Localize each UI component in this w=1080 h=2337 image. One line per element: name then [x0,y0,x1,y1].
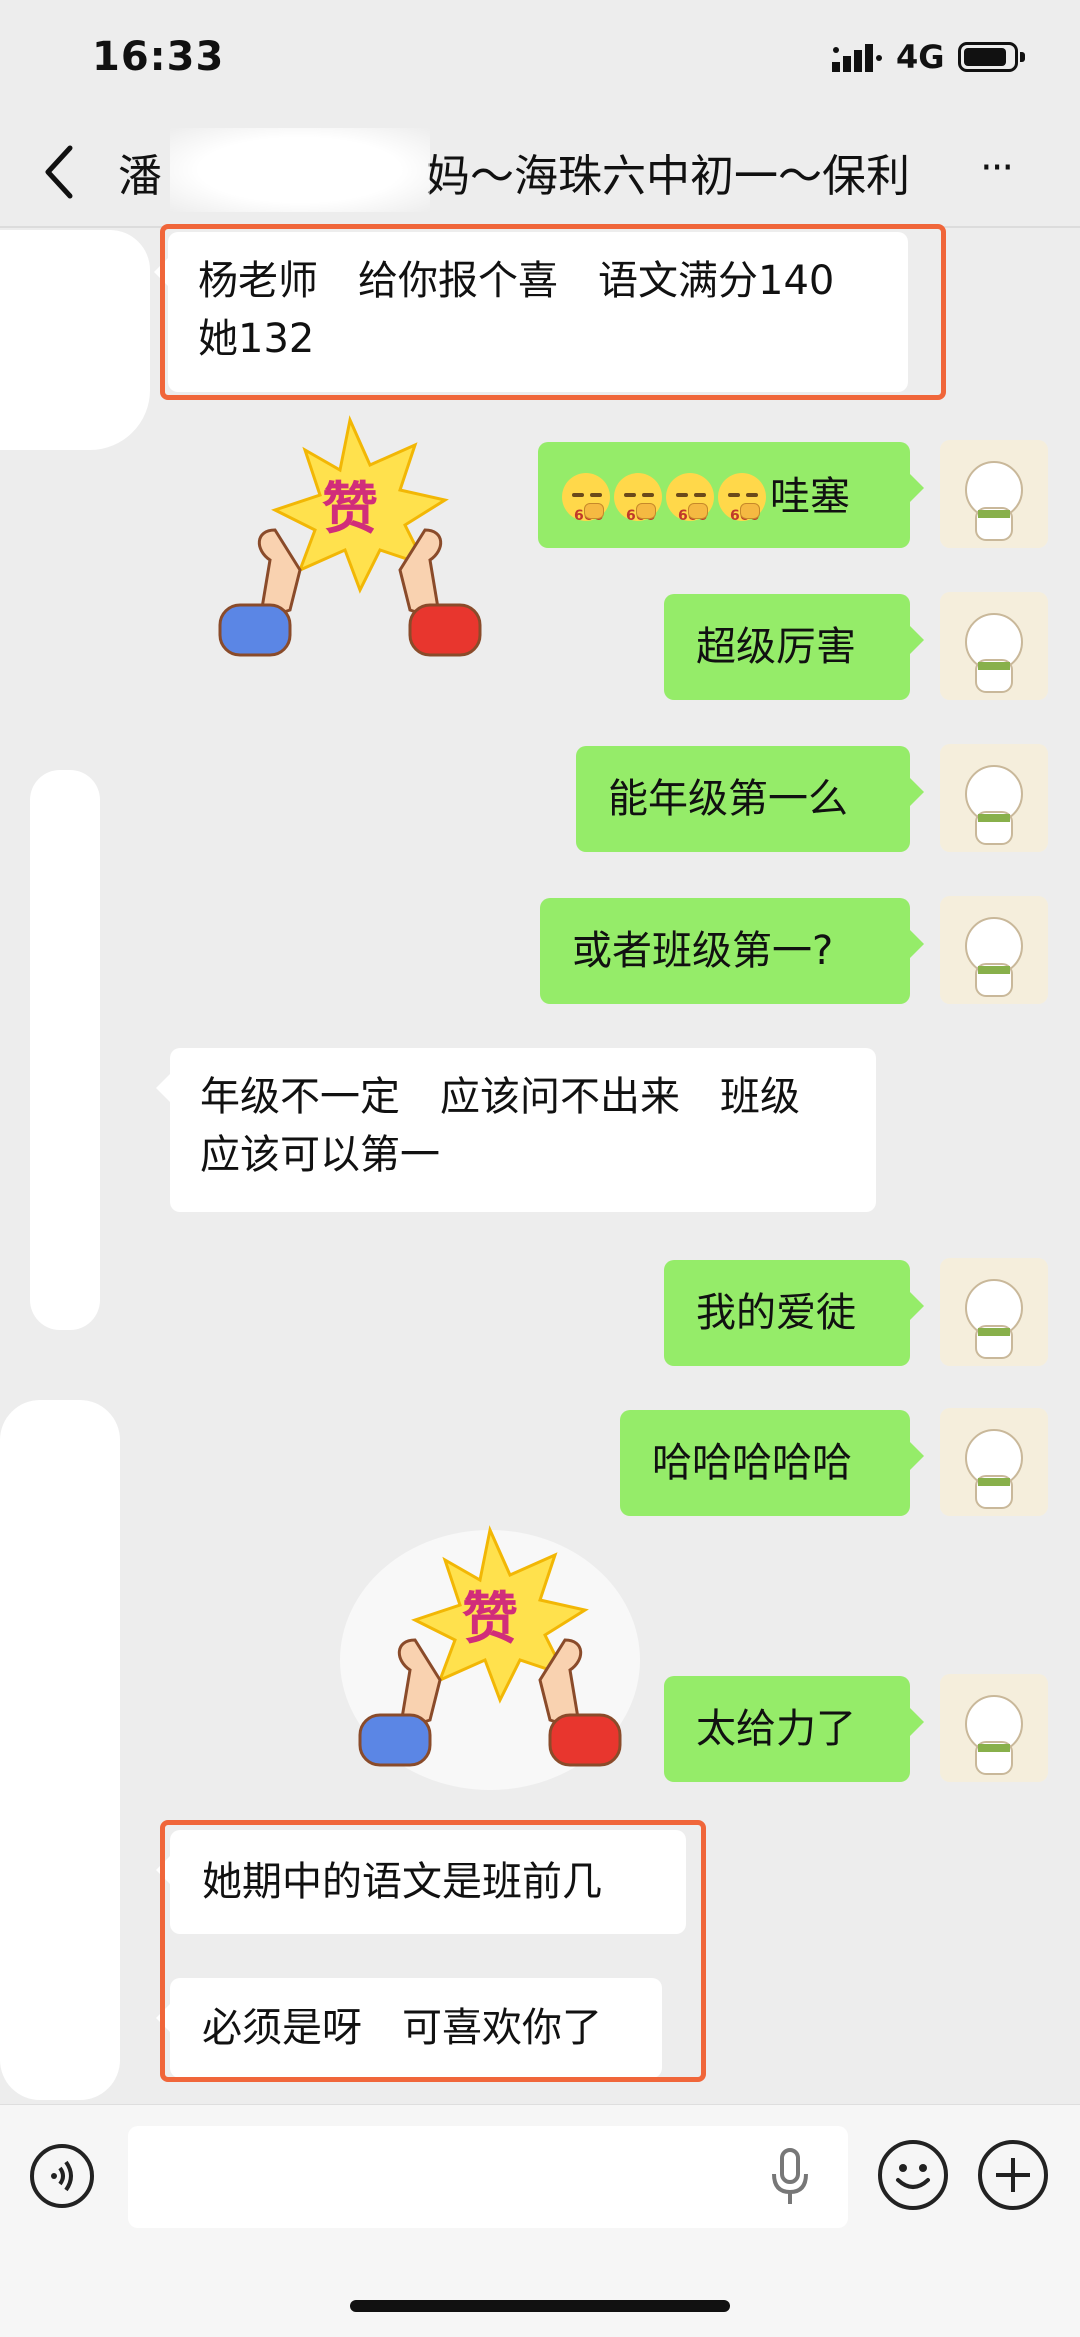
highlight-box [160,224,946,400]
sticker-text: 赞 [322,477,378,542]
avatar[interactable] [940,592,1048,700]
highlight-box [160,1820,706,2082]
message-bubble-outgoing[interactable]: 我的爱徒 [664,1260,924,1366]
plus-icon[interactable] [978,2140,1048,2210]
redaction-stroke [30,770,100,1330]
message-text: 太给力了 [696,1706,856,1752]
plus-glyph [996,2158,1030,2192]
more-icon[interactable]: ··· [980,148,1036,188]
mic-icon[interactable] [770,2148,810,2208]
thumbs-up-sticker[interactable]: 赞 [200,410,500,690]
redaction-stroke [0,1400,120,2100]
back-icon[interactable] [40,142,76,202]
message-text: 能年级第一么 [608,776,848,822]
status-time: 16:33 [92,34,225,80]
message-text: 哇塞 [770,474,850,520]
cat-avatar-icon [940,1258,1048,1366]
battery-tip [1020,52,1025,62]
cat-avatar-icon [940,1674,1048,1782]
thumbs-up-sticker[interactable]: 赞 [330,1520,650,1800]
redaction-stroke [0,230,150,450]
emoji-icon[interactable] [878,2140,948,2210]
emoji-666-icon: 666 [614,473,662,524]
message-line: 应该可以第一 [200,1132,440,1178]
network-label: 4G [896,38,945,76]
avatar[interactable] [940,440,1048,548]
message-text: 我的爱徒 [696,1290,856,1336]
message-input[interactable] [128,2126,848,2228]
message-bubble-incoming[interactable]: 年级不一定 应该问不出来 班级 应该可以第一 [156,1048,876,1212]
avatar[interactable] [940,744,1048,852]
cat-avatar-icon [940,1408,1048,1516]
home-indicator [350,2300,730,2312]
cat-avatar-icon [940,744,1048,852]
avatar[interactable] [940,1408,1048,1516]
avatar[interactable] [940,896,1048,1004]
cat-avatar-icon [940,592,1048,700]
message-bubble-outgoing[interactable]: 能年级第一么 [576,746,924,852]
emoji-666-icon: 666 [718,473,766,524]
message-line: 年级不一定 应该问不出来 班级 [200,1074,800,1120]
smile-face [896,2164,930,2189]
cat-avatar-icon [940,440,1048,548]
cat-avatar-icon [940,896,1048,1004]
avatar[interactable] [940,1674,1048,1782]
message-bubble-outgoing[interactable]: 超级厉害 [664,594,924,700]
battery-icon [958,42,1018,72]
avatar[interactable] [940,1258,1048,1366]
message-bubble-outgoing[interactable]: 哈哈哈哈哈 [620,1410,924,1516]
message-bubble-outgoing[interactable]: 太给力了 [664,1676,924,1782]
emoji-666-icon: 666 [666,473,714,524]
voice-icon[interactable] [30,2144,94,2208]
emoji-666-icon: 666 [562,473,610,524]
message-text: 或者班级第一? [572,928,834,974]
voice-waves [51,2160,73,2192]
signal-icon [832,44,882,72]
message-text: 超级厉害 [696,624,856,670]
sticker-text: 赞 [462,1587,518,1652]
title-redaction [170,128,430,212]
message-text: 哈哈哈哈哈 [652,1440,852,1486]
message-bubble-outgoing[interactable]: 或者班级第一? [540,898,924,1004]
message-bubble-outgoing[interactable]: 666666666666哇塞 [538,442,924,548]
